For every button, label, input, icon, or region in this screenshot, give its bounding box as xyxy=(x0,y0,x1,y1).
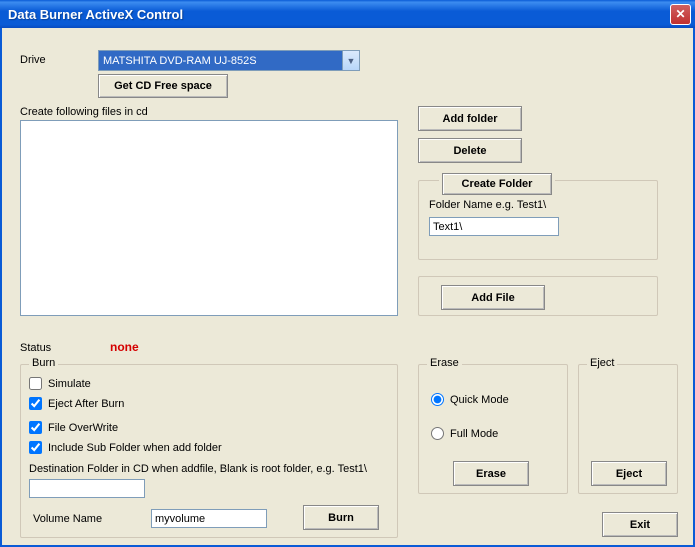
dest-folder-input[interactable] xyxy=(29,479,145,498)
erase-button[interactable]: Erase xyxy=(453,461,529,486)
full-mode-label: Full Mode xyxy=(450,428,498,440)
window-title: Data Burner ActiveX Control xyxy=(8,7,183,22)
quick-mode-radio[interactable] xyxy=(431,393,444,406)
titlebar: Data Burner ActiveX Control ✕ xyxy=(0,0,695,28)
erase-group: Erase Quick Mode Full Mode Erase xyxy=(418,364,568,494)
erase-legend: Erase xyxy=(427,357,462,369)
full-mode-radio[interactable] xyxy=(431,427,444,440)
dest-folder-label: Destination Folder in CD when addfile, B… xyxy=(29,463,367,475)
eject-legend: Eject xyxy=(587,357,617,369)
client-area: Drive MATSHITA DVD-RAM UJ-852S ▼ Get CD … xyxy=(0,28,695,547)
volume-name-label: Volume Name xyxy=(33,513,102,525)
burn-legend: Burn xyxy=(29,357,58,369)
drive-label: Drive xyxy=(20,54,46,66)
files-label: Create following files in cd xyxy=(20,106,148,118)
quick-mode-label: Quick Mode xyxy=(450,394,509,406)
folder-name-input[interactable] xyxy=(429,217,559,236)
files-listbox[interactable] xyxy=(20,120,398,316)
overwrite-label: File OverWrite xyxy=(48,422,118,434)
folder-name-hint: Folder Name e.g. Test1\ xyxy=(429,199,546,211)
create-folder-button[interactable]: Create Folder xyxy=(442,173,552,195)
volume-name-input[interactable] xyxy=(151,509,267,528)
simulate-checkbox[interactable] xyxy=(29,377,42,390)
add-folder-button[interactable]: Add folder xyxy=(418,106,522,131)
drive-selected: MATSHITA DVD-RAM UJ-852S xyxy=(99,51,342,70)
create-folder-group: Create Folder Folder Name e.g. Test1\ xyxy=(418,180,658,260)
exit-button[interactable]: Exit xyxy=(602,512,678,537)
status-value: none xyxy=(110,340,139,354)
overwrite-checkbox[interactable] xyxy=(29,421,42,434)
get-cd-free-space-button[interactable]: Get CD Free space xyxy=(98,74,228,98)
eject-button[interactable]: Eject xyxy=(591,461,667,486)
eject-after-label: Eject After Burn xyxy=(48,398,124,410)
eject-group: Eject Eject xyxy=(578,364,678,494)
simulate-label: Simulate xyxy=(48,378,91,390)
status-label: Status xyxy=(20,342,51,354)
eject-after-checkbox[interactable] xyxy=(29,397,42,410)
include-sub-label: Include Sub Folder when add folder xyxy=(48,442,222,454)
include-sub-checkbox[interactable] xyxy=(29,441,42,454)
close-button[interactable]: ✕ xyxy=(670,4,691,25)
chevron-down-icon[interactable]: ▼ xyxy=(342,51,359,70)
burn-group: Burn Simulate Eject After Burn File Over… xyxy=(20,364,398,538)
add-file-group: Add File xyxy=(418,276,658,316)
delete-button[interactable]: Delete xyxy=(418,138,522,163)
close-icon: ✕ xyxy=(675,7,685,21)
burn-button[interactable]: Burn xyxy=(303,505,379,530)
add-file-button[interactable]: Add File xyxy=(441,285,545,310)
drive-dropdown[interactable]: MATSHITA DVD-RAM UJ-852S ▼ xyxy=(98,50,360,71)
